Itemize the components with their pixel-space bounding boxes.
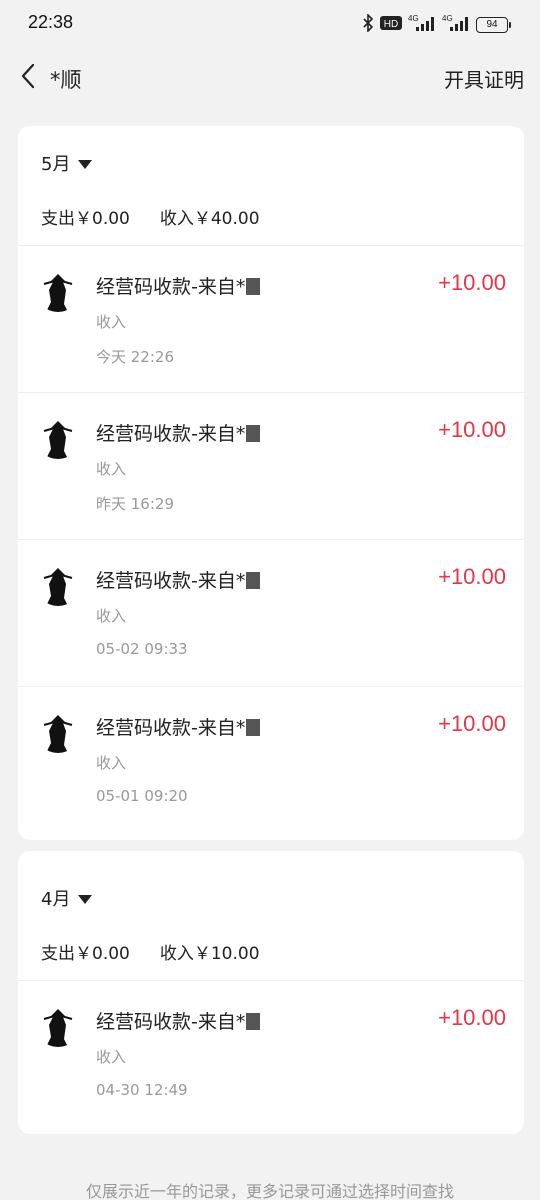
transaction-time: 05-02 09:33: [96, 640, 188, 658]
caret-down-icon: [78, 894, 93, 904]
issue-certificate-button[interactable]: 开具证明: [444, 64, 524, 93]
transaction-row[interactable]: 经营码收款-来自* 收入 04-30 12:49 +10.00: [18, 981, 524, 1128]
transaction-type: 收入: [96, 1048, 127, 1066]
transaction-time: 05-01 09:20: [96, 787, 188, 805]
network-1-label: 4G: [408, 14, 419, 23]
battery-icon: 94: [476, 17, 511, 33]
redacted-block: [246, 425, 261, 442]
income-total: 收入￥10.00: [159, 944, 260, 964]
avatar: [36, 415, 80, 459]
redacted-block: [246, 719, 261, 736]
transaction-title: 经营码收款-来自*: [96, 272, 261, 299]
transaction-history-screen: 22:38 HD 4G 4G 94 *顺 开具证明 5月 支出￥0.00 收入￥…: [0, 0, 540, 1200]
transaction-type: 收入: [96, 754, 127, 772]
transaction-title: 经营码收款-来自*: [96, 566, 261, 593]
transaction-amount: +10.00: [438, 270, 506, 295]
transaction-type: 收入: [96, 313, 127, 331]
income-total: 收入￥40.00: [159, 209, 260, 229]
redacted-block: [246, 278, 261, 295]
avatar: [36, 1003, 80, 1047]
month-summary: 支出￥0.00 收入￥10.00: [41, 939, 260, 964]
transaction-amount: +10.00: [438, 564, 506, 589]
avatar: [36, 562, 80, 606]
month-selector[interactable]: 4月: [41, 885, 93, 911]
transaction-time: 昨天 16:29: [96, 495, 174, 513]
transaction-time: 04-30 12:49: [96, 1081, 188, 1099]
footer-note: 仅展示近一年的记录，更多记录可通过选择时间查找: [85, 1182, 454, 1200]
transaction-row[interactable]: 经营码收款-来自* 收入 05-02 09:33 +10.00: [18, 540, 524, 687]
header: *顺 开具证明: [0, 52, 540, 102]
transaction-title: 经营码收款-来自*: [96, 1007, 261, 1034]
bluetooth-icon: [362, 13, 374, 36]
transaction-title: 经营码收款-来自*: [96, 713, 261, 740]
month-card-april: 4月 支出￥0.00 收入￥10.00 经营码收款-来自* 收入 04-30 1…: [18, 851, 524, 1134]
month-label: 5月: [41, 154, 71, 175]
transaction-row[interactable]: 经营码收款-来自* 收入 昨天 16:29 +10.00: [18, 393, 524, 540]
transaction-amount: +10.00: [438, 417, 506, 442]
transaction-type: 收入: [96, 460, 127, 478]
transaction-row[interactable]: 经营码收款-来自* 收入 今天 22:26 +10.00: [18, 246, 524, 393]
back-button[interactable]: [10, 58, 46, 94]
chevron-left-icon: [21, 63, 35, 89]
transaction-time: 今天 22:26: [96, 348, 174, 366]
transaction-title: 经营码收款-来自*: [96, 419, 261, 446]
status-icons: HD 4G 4G 94: [362, 13, 511, 36]
redacted-block: [246, 572, 261, 589]
hd-badge-icon: HD: [380, 15, 402, 35]
transaction-row[interactable]: 经营码收款-来自* 收入 05-01 09:20 +10.00: [18, 687, 524, 834]
avatar: [36, 709, 80, 753]
expense-total: 支出￥0.00: [41, 209, 130, 229]
status-bar: 22:38 HD 4G 4G 94: [0, 0, 540, 48]
status-time: 22:38: [28, 12, 74, 32]
hd-badge-text: HD: [384, 19, 398, 30]
month-selector[interactable]: 5月: [41, 150, 93, 176]
cellular-signal-1-icon: 4G: [408, 14, 436, 36]
transaction-amount: +10.00: [438, 1005, 506, 1030]
caret-down-icon: [78, 159, 93, 169]
month-card-may: 5月 支出￥0.00 收入￥40.00 经营码收款-来自* 收入 今天 22:2…: [18, 126, 524, 840]
transaction-amount: +10.00: [438, 711, 506, 736]
expense-total: 支出￥0.00: [41, 944, 130, 964]
month-label: 4月: [41, 889, 71, 910]
avatar: [36, 268, 80, 312]
month-summary: 支出￥0.00 收入￥40.00: [41, 204, 260, 229]
cellular-signal-2-icon: 4G: [442, 14, 470, 36]
redacted-block: [246, 1013, 261, 1030]
network-2-label: 4G: [442, 14, 453, 23]
transaction-type: 收入: [96, 607, 127, 625]
page-title: *顺: [50, 68, 82, 92]
